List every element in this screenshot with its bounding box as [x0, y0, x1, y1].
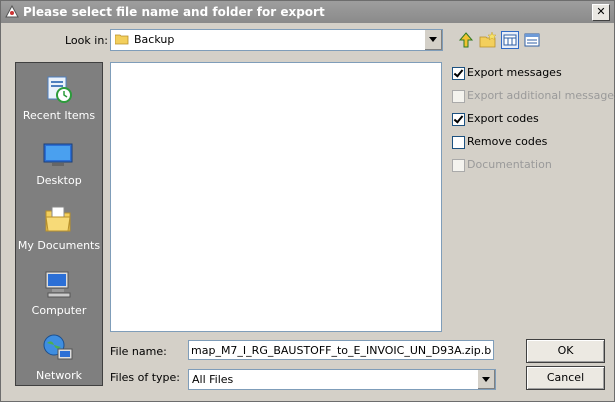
place-label: Recent Items [22, 109, 96, 122]
files-of-type-dropdown[interactable]: All Files [188, 369, 496, 390]
option-label: Export messages [467, 66, 562, 79]
place-desktop[interactable]: Desktop [16, 132, 102, 192]
app-icon [5, 5, 19, 18]
new-folder-icon[interactable] [479, 31, 497, 49]
look-in-value: Backup [134, 33, 175, 46]
look-in-dropdown[interactable]: Backup [110, 29, 443, 51]
file-name-input[interactable] [188, 340, 494, 360]
place-label: Network [36, 369, 82, 382]
ok-button[interactable]: OK [526, 339, 605, 363]
list-view-icon[interactable] [501, 31, 519, 49]
chevron-down-icon[interactable] [424, 30, 442, 50]
dialog-title: Please select file name and folder for e… [23, 5, 325, 19]
place-my-documents[interactable]: My Documents [16, 197, 102, 257]
place-recent-items[interactable]: Recent Items [16, 67, 102, 127]
place-network[interactable]: Network [16, 327, 102, 387]
look-in-label: Look in: [65, 34, 108, 47]
details-view-icon[interactable] [523, 31, 541, 49]
recent-items-icon [47, 76, 72, 103]
place-label: Desktop [36, 174, 82, 187]
chevron-down-icon[interactable] [477, 370, 495, 389]
place-label: My Documents [17, 239, 101, 252]
checkbox-box[interactable] [452, 67, 465, 80]
cancel-button[interactable]: Cancel [526, 366, 605, 390]
close-button[interactable]: ✕ [592, 4, 610, 21]
place-label: Computer [31, 304, 87, 317]
network-icon [43, 334, 73, 360]
export-dialog: Please select file name and folder for e… [0, 0, 615, 402]
option-label: Export additional messages [467, 89, 615, 102]
places-bar: Recent Items Desktop My Documents Comput… [15, 62, 103, 386]
files-of-type-value: All Files [192, 373, 234, 386]
option-label: Export codes [467, 112, 539, 125]
checkbox-box[interactable] [452, 113, 465, 126]
close-icon: ✕ [596, 5, 606, 18]
file-list[interactable] [110, 62, 442, 332]
option-label: Documentation [467, 158, 552, 171]
place-computer[interactable]: Computer [16, 262, 102, 322]
checkbox-box [452, 159, 465, 172]
folder-icon [115, 34, 129, 45]
desktop-icon [43, 143, 73, 166]
files-of-type-label: Files of type: [110, 371, 181, 384]
option-label: Remove codes [467, 135, 548, 148]
my-documents-icon [45, 206, 71, 232]
computer-icon [45, 271, 71, 298]
checkbox-box[interactable] [452, 136, 465, 149]
checkbox-box [452, 90, 465, 103]
file-name-label: File name: [110, 345, 167, 358]
up-one-level-icon[interactable] [457, 31, 475, 49]
title-bar[interactable]: Please select file name and folder for e… [1, 1, 614, 23]
